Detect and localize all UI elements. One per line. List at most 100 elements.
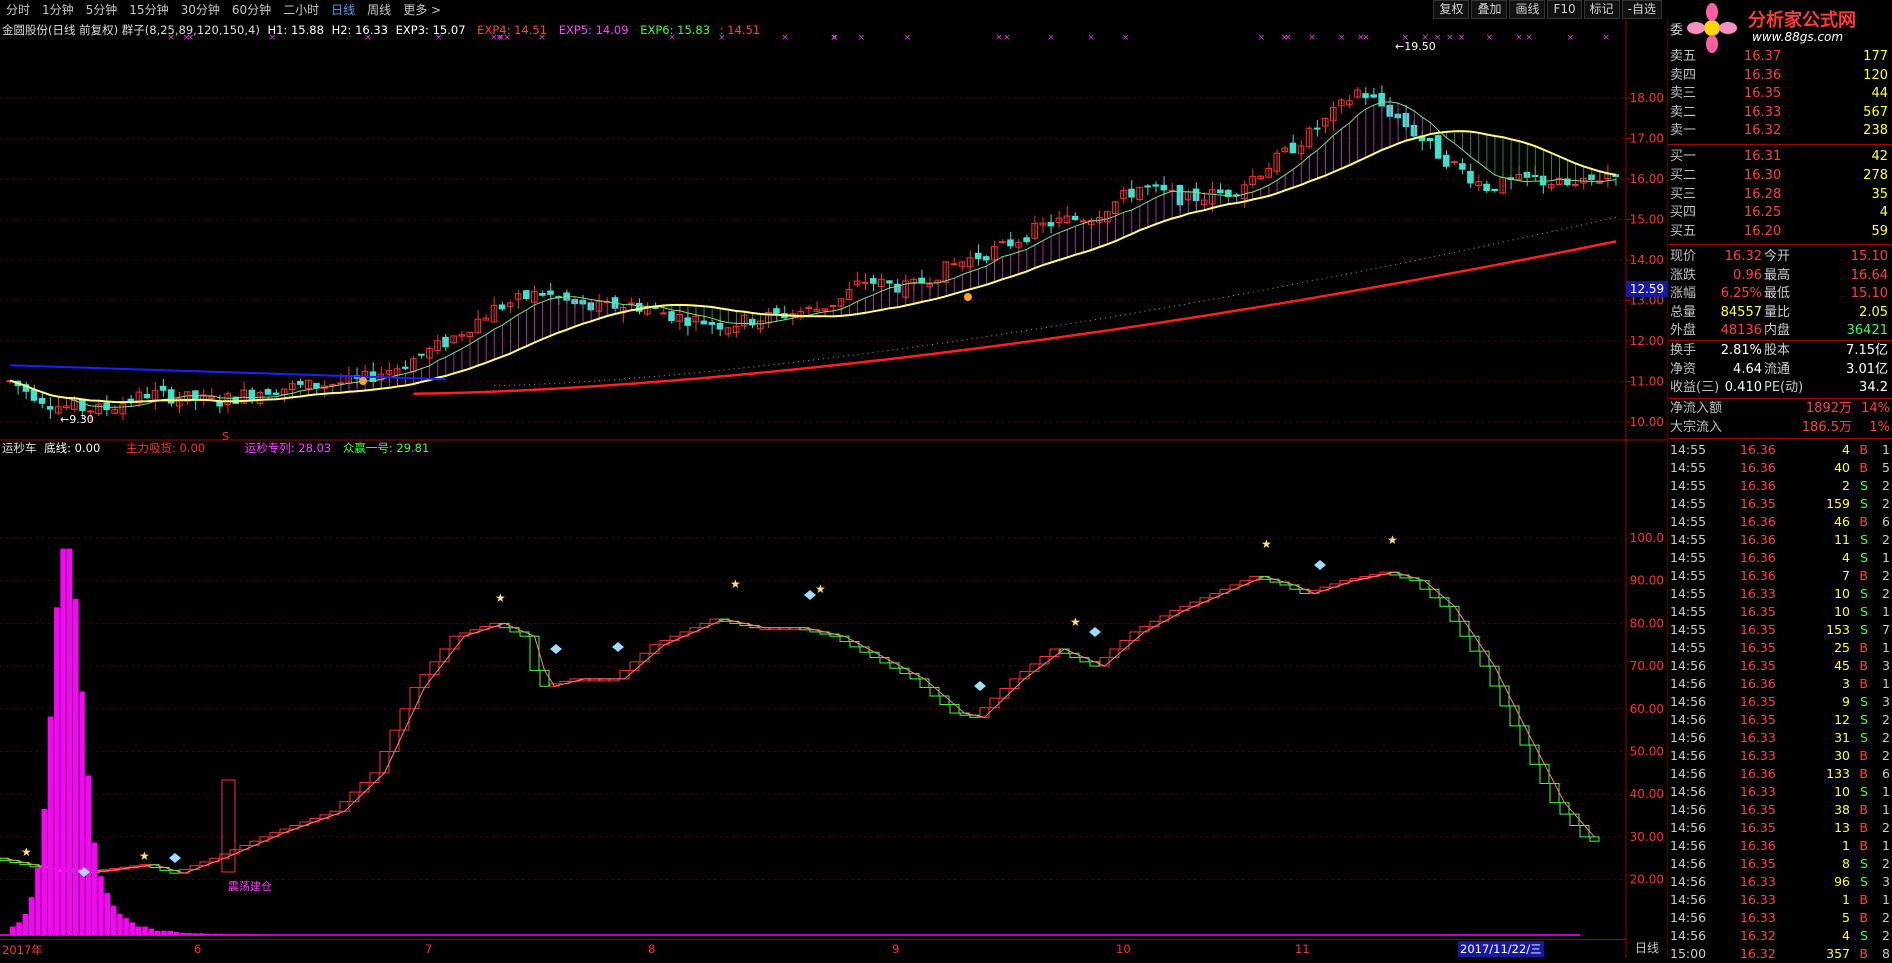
- toolbar-button-4[interactable]: 标记: [1583, 0, 1620, 19]
- tick-vol: 357: [1826, 946, 1850, 961]
- date-label: 10: [1116, 942, 1131, 956]
- fundamental-row: 净资 4.64 流通 3.01亿: [1668, 361, 1892, 379]
- volume-bar: [54, 607, 60, 935]
- tick-time: 14:55: [1670, 640, 1707, 655]
- sub-axis-label: 60.00: [1630, 702, 1664, 716]
- candle-body: [216, 401, 223, 407]
- quote-row: 现价 16.32 今开 15.10: [1668, 248, 1892, 266]
- sell-row[interactable]: 卖三 16.35 44: [1668, 85, 1892, 103]
- period-tab-8[interactable]: 周线: [361, 0, 397, 20]
- tick-row: 14:55 16.35 10 S 1: [1668, 603, 1892, 621]
- tick-time: 14:55: [1670, 622, 1707, 637]
- sub-box: [1529, 744, 1540, 765]
- sell-vol: 177: [1863, 49, 1888, 64]
- candle-body: [442, 336, 449, 348]
- ma8-line: [9, 101, 1617, 408]
- sub-box: [669, 635, 680, 641]
- period-tab-9[interactable]: 更多 >: [397, 0, 447, 20]
- signal-mark: ×: [995, 33, 1003, 43]
- buy-vol: 4: [1879, 205, 1888, 221]
- tick-vol: 1: [1842, 892, 1850, 907]
- sub-box: [1289, 584, 1300, 590]
- sub-box: [189, 865, 200, 870]
- toolbar-button-1[interactable]: 叠加: [1471, 0, 1508, 19]
- volume-hist: [10, 548, 262, 935]
- kline-chart[interactable]: 18.0017.0016.0015.0014.0013.0012.0011.00…: [0, 20, 1669, 958]
- tick-side: B: [1859, 514, 1868, 529]
- fund-value2: 3.01亿: [1846, 361, 1888, 377]
- candle-body: [143, 393, 151, 399]
- buy-row[interactable]: 买五 16.20 59: [1668, 223, 1892, 241]
- tick-price: 16.35: [1740, 802, 1776, 817]
- buy-vol: 35: [1871, 186, 1888, 202]
- star-icon: ★: [495, 591, 506, 605]
- tick-side: S: [1860, 478, 1868, 493]
- candle-body: [313, 382, 320, 389]
- candle-body: [1370, 94, 1377, 98]
- period-tab-2[interactable]: 5分钟: [80, 0, 124, 20]
- tick-side: S: [1860, 694, 1868, 709]
- price-axis-label: 17.00: [1630, 132, 1664, 146]
- period-tab-5[interactable]: 60分钟: [226, 0, 277, 20]
- candle-body: [30, 389, 38, 401]
- sell-price: 16.37: [1744, 49, 1782, 64]
- sell-row[interactable]: 卖二 16.33 567: [1668, 104, 1892, 122]
- volume-bar: [60, 548, 66, 935]
- tick-vol: 5: [1842, 910, 1850, 925]
- tick-vol: 1: [1842, 838, 1850, 853]
- tick-row: 14:55 16.36 11 S 2: [1668, 531, 1892, 549]
- buy-label: 买三: [1670, 186, 1697, 202]
- sub-box: [929, 686, 940, 697]
- period-tab-7[interactable]: 日线: [325, 0, 361, 20]
- sell-row[interactable]: 卖四 16.36 120: [1668, 67, 1892, 85]
- tick-row: 14:56 16.35 13 B 2: [1668, 819, 1892, 837]
- tick-side: B: [1859, 892, 1868, 907]
- low-annotation: ←9.30: [60, 413, 94, 426]
- tick-count: 2: [1882, 730, 1890, 745]
- tick-time: 14:56: [1670, 802, 1707, 817]
- buy-row[interactable]: 买四 16.25 4: [1668, 204, 1892, 222]
- exp3-value: EXP3: 15.07: [395, 23, 466, 37]
- tick-row: 14:55 16.36 46 B 6: [1668, 513, 1892, 531]
- toolbar-button-3[interactable]: F10: [1547, 0, 1582, 19]
- sub-box: [289, 825, 300, 830]
- tick-side: S: [1860, 874, 1868, 889]
- period-tab-6[interactable]: 二小时: [277, 0, 325, 20]
- period-tab-0[interactable]: 分时: [0, 0, 36, 20]
- tick-price: 16.36: [1740, 478, 1776, 493]
- toolbar-button-2[interactable]: 画线: [1509, 0, 1546, 19]
- buy-row[interactable]: 买一 16.31 42: [1668, 148, 1892, 166]
- tick-side: B: [1859, 568, 1868, 583]
- period-tab-4[interactable]: 30分钟: [175, 0, 226, 20]
- period-tab-3[interactable]: 15分钟: [123, 0, 174, 20]
- candle-body: [1047, 221, 1055, 227]
- volume-bar: [28, 897, 35, 935]
- volume-bar: [98, 876, 104, 935]
- candle-body: [1362, 93, 1369, 99]
- sell-row[interactable]: 卖一 16.32 238: [1668, 122, 1892, 140]
- tick-count: 1: [1882, 802, 1890, 817]
- volume-bar: [148, 928, 155, 935]
- price-axis-label: 18.00: [1630, 91, 1664, 105]
- current-price-badge: 12.59: [1626, 281, 1668, 297]
- buy-row[interactable]: 买二 16.30 278: [1668, 167, 1892, 185]
- sub-box: [639, 652, 650, 663]
- flow-pct: 14%: [1861, 401, 1890, 416]
- period-tab-1[interactable]: 1分钟: [36, 0, 80, 20]
- buy-label: 买二: [1670, 167, 1697, 183]
- quote-label: 总量: [1670, 304, 1697, 320]
- sub-box: [1179, 605, 1190, 612]
- sell-vol: 238: [1863, 123, 1888, 138]
- tick-count: 1: [1882, 640, 1890, 655]
- tick-time: 14:55: [1670, 442, 1707, 457]
- sell-label: 卖四: [1670, 67, 1697, 83]
- toolbar-button-5[interactable]: -自选: [1621, 0, 1662, 19]
- sell-row[interactable]: 卖五 16.37 177: [1668, 48, 1892, 66]
- ma-band: [251, 101, 1617, 401]
- sub-box: [439, 648, 450, 663]
- chart-area[interactable]: 18.00 17.00 16.00 15.00 14.00 13.00 12.00 11.00…: [0, 20, 1669, 958]
- sell-vol: 120: [1863, 67, 1888, 83]
- toolbar-button-0[interactable]: 复权: [1433, 0, 1470, 19]
- sub-box: [1189, 601, 1200, 607]
- buy-row[interactable]: 买三 16.28 35: [1668, 186, 1892, 204]
